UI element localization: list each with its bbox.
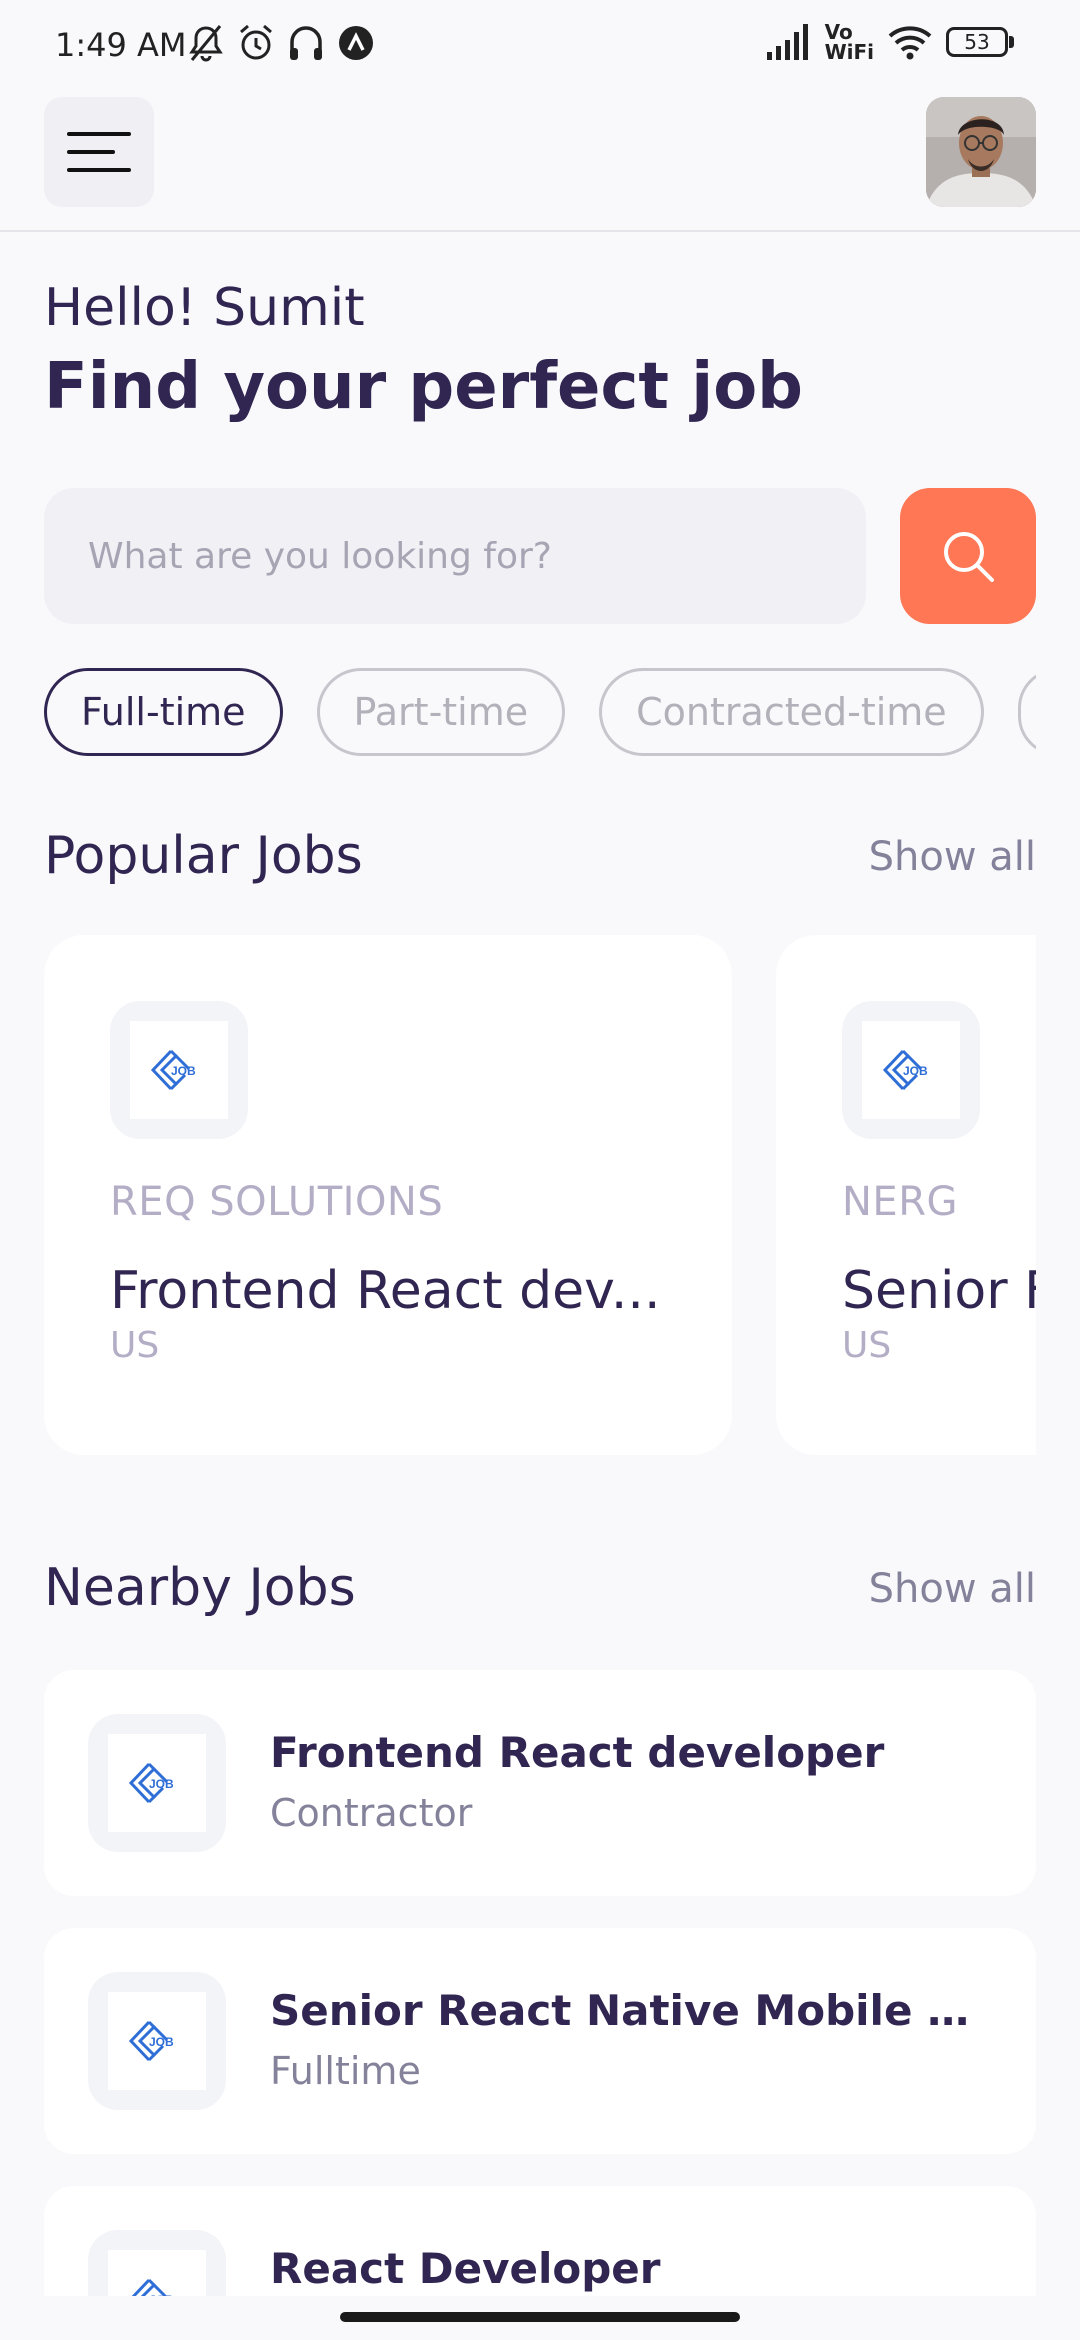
nearby-jobs-title: Nearby Jobs	[44, 1558, 356, 1618]
logo-text: JOB	[903, 1064, 928, 1078]
wifi-icon	[888, 26, 932, 60]
logo-text: JOB	[171, 1064, 196, 1078]
popular-show-all-link[interactable]: Show all	[869, 834, 1036, 880]
vowifi-bottom-label: WiFi	[824, 40, 874, 64]
vowifi-top-label: Vo	[824, 20, 853, 44]
battery-level: 53	[964, 30, 990, 54]
battery-icon: 53	[946, 25, 1016, 59]
headset-icon	[290, 26, 322, 60]
status-bar: 1:49 AM Vo WiFi 53	[0, 0, 1080, 95]
job-logo-icon: JOB	[882, 1049, 928, 1091]
status-icons-right: Vo WiFi 53	[765, 22, 1016, 62]
nearby-job-card[interactable]: JOB Senior React Native Mobile De... Ful…	[44, 1928, 1036, 2154]
company-name: NERG	[842, 1179, 958, 1225]
search-box[interactable]	[44, 488, 866, 624]
logo-text: JOB	[149, 2035, 174, 2049]
app-notification-icon	[339, 26, 373, 60]
greeting-text: Hello! Sumit	[44, 278, 365, 338]
job-logo-icon: JOB	[150, 1049, 196, 1091]
job-title: Senior F	[842, 1261, 1036, 1321]
logo-text: JOB	[149, 1777, 174, 1791]
job-title: React Developer	[270, 2244, 661, 2293]
profile-avatar[interactable]	[926, 97, 1036, 207]
job-type-tab-full-time[interactable]: Full-time	[44, 668, 283, 756]
popular-jobs-title: Popular Jobs	[44, 826, 363, 886]
job-title: Frontend React dev...	[110, 1261, 661, 1321]
job-logo-icon: JOB	[128, 2020, 174, 2062]
company-name: REQ SOLUTIONS	[110, 1179, 444, 1225]
popular-jobs-carousel[interactable]: JOB REQ SOLUTIONS Frontend React dev... …	[44, 935, 1036, 1455]
job-logo-icon: JOB	[128, 1762, 174, 1804]
alarm-icon	[240, 24, 272, 60]
job-title: Frontend React developer	[270, 1728, 885, 1777]
vowifi-icon: Vo WiFi	[825, 22, 874, 62]
search-input[interactable]	[88, 535, 866, 577]
company-logo: JOB	[88, 1972, 226, 2110]
job-type-tab-more[interactable]	[1017, 668, 1036, 756]
search-button[interactable]	[900, 488, 1036, 624]
company-logo: JOB	[842, 1001, 980, 1139]
job-type-tab-part-time[interactable]: Part-time	[316, 668, 566, 756]
job-type-tab-contracted-time[interactable]: Contracted-time	[599, 668, 984, 756]
popular-job-card[interactable]: JOB REQ SOLUTIONS Frontend React dev... …	[44, 935, 732, 1455]
nearby-show-all-link[interactable]: Show all	[869, 1566, 1036, 1612]
home-indicator[interactable]	[340, 2312, 740, 2322]
job-location: US	[110, 1325, 160, 1366]
job-type-tabs: Full-time Part-time Contracted-time	[44, 668, 1036, 758]
company-logo: JOB	[110, 1001, 248, 1139]
avatar-image	[926, 97, 1036, 207]
page-headline: Find your perfect job	[44, 350, 803, 424]
menu-button[interactable]	[44, 97, 154, 207]
company-logo: JOB	[88, 1714, 226, 1852]
nearby-job-card[interactable]: JOB Frontend React developer Contractor	[44, 1670, 1036, 1896]
signal-icon	[766, 24, 808, 60]
app-header	[0, 95, 1080, 232]
status-time: 1:49 AM	[55, 26, 187, 64]
muted-bell-icon	[189, 25, 223, 62]
job-title: Senior React Native Mobile De...	[270, 1986, 990, 2035]
popular-job-card[interactable]: JOB NERG Senior F US	[776, 935, 1036, 1455]
status-icons-left	[186, 22, 376, 64]
job-type: Fulltime	[270, 2049, 421, 2093]
job-type: Contractor	[270, 1791, 473, 1835]
search-icon	[944, 532, 994, 582]
hamburger-menu-icon	[67, 132, 131, 172]
job-location: US	[842, 1325, 892, 1366]
